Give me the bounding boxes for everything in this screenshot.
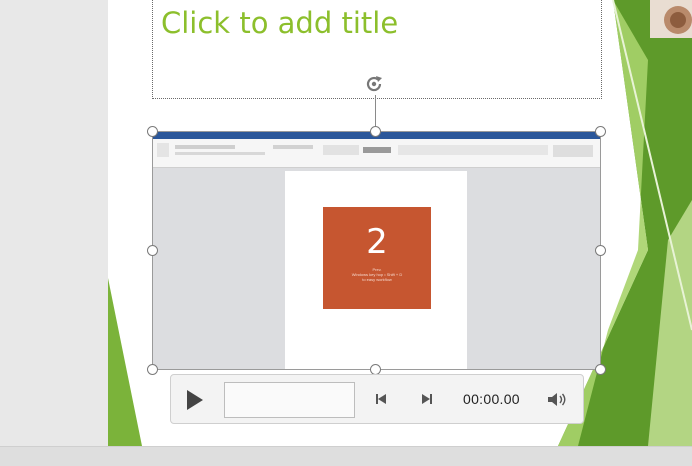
resize-handle-bottom-right[interactable] <box>595 364 606 375</box>
resize-handle-bottom-left[interactable] <box>147 364 158 375</box>
video-slide-card: 2 Prev. Windows key hop • Shift + D to e… <box>323 207 431 309</box>
corner-photo-image <box>650 0 692 38</box>
video-ribbon <box>153 139 600 168</box>
status-strip <box>0 446 692 466</box>
rotate-icon[interactable] <box>362 72 386 96</box>
playback-progress-bar[interactable] <box>224 382 355 418</box>
resize-handle-right[interactable] <box>595 245 606 256</box>
title-placeholder-text[interactable]: Click to add title <box>161 6 398 40</box>
video-object[interactable]: 2 Prev. Windows key hop • Shift + D to e… <box>152 131 601 370</box>
resize-handle-top-left[interactable] <box>147 126 158 137</box>
video-slide-number: 2 <box>366 222 388 262</box>
resize-handle-top-right[interactable] <box>595 126 606 137</box>
video-document-page: 2 Prev. Windows key hop • Shift + D to e… <box>285 171 467 369</box>
volume-icon[interactable] <box>546 390 570 409</box>
playback-time: 00:00.00 <box>463 391 520 407</box>
skip-back-icon[interactable] <box>373 391 391 407</box>
skip-forward-icon[interactable] <box>417 391 435 407</box>
media-controls-bar: 00:00.00 <box>170 374 584 424</box>
resize-handle-left[interactable] <box>147 245 158 256</box>
video-card-line: to easy workflow <box>362 277 392 282</box>
resize-handle-top[interactable] <box>370 126 381 137</box>
play-icon[interactable] <box>181 387 207 413</box>
